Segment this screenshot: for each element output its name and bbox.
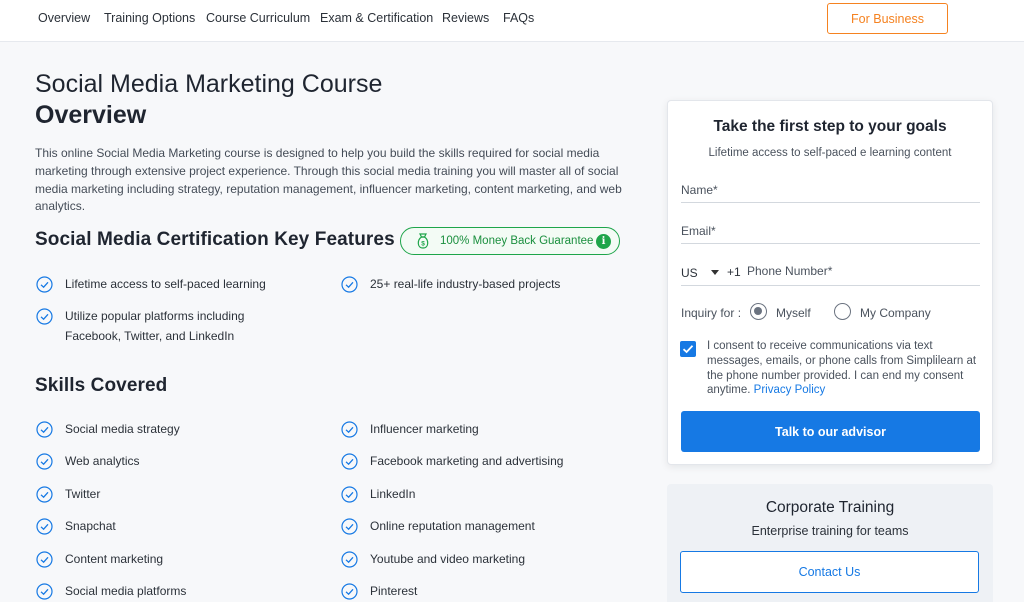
consent-text: I consent to receive communications via … — [707, 340, 977, 397]
skill-label: Pinterest — [370, 584, 418, 598]
talk-to-advisor-button[interactable]: Talk to our advisor — [681, 411, 980, 452]
skill-label: Snapchat — [65, 519, 116, 533]
skill-label: Influencer marketing — [370, 422, 479, 436]
corporate-title: Corporate Training — [765, 499, 895, 516]
dial-code: +1 — [727, 265, 741, 279]
check-circle-icon — [36, 308, 53, 325]
form-subtitle: Lifetime access to self-paced e learning… — [708, 147, 952, 159]
check-circle-icon — [341, 518, 358, 535]
nav-course-curriculum[interactable]: Course Curriculum — [206, 11, 310, 25]
check-circle-icon — [341, 486, 358, 503]
corporate-subtitle: Enterprise training for teams — [751, 524, 909, 538]
check-circle-icon — [36, 486, 53, 503]
country-select[interactable]: US — [681, 263, 725, 285]
check-circle-icon — [36, 518, 53, 535]
key-features-heading: Social Media Certification Key Features — [35, 229, 395, 250]
check-circle-icon — [341, 551, 358, 568]
nav-reviews[interactable]: Reviews — [442, 11, 489, 25]
feature-item: Utilize popular platforms including Face… — [36, 308, 250, 346]
skill-item: LinkedIn — [341, 486, 415, 505]
skill-item: Twitter — [36, 486, 100, 505]
svg-text:$: $ — [421, 241, 425, 248]
for-business-button[interactable]: For Business — [827, 3, 948, 34]
info-icon[interactable]: i — [596, 234, 611, 249]
country-code: US — [681, 266, 698, 280]
skill-label: LinkedIn — [370, 487, 416, 501]
feature-item: 25+ real-life industry-based projects — [341, 276, 560, 295]
email-field[interactable] — [681, 218, 980, 244]
consent-text-block: I consent to receive communications via … — [707, 339, 979, 398]
page-title-overview: Overview — [35, 101, 147, 129]
consent-checkbox[interactable] — [680, 341, 696, 357]
skill-label: Social media platforms — [65, 584, 187, 598]
course-description: This online Social Media Marketing cours… — [35, 146, 622, 214]
skill-item: Snapchat — [36, 518, 116, 537]
skill-label: Content marketing — [65, 552, 164, 566]
skill-item: Content marketing — [36, 551, 163, 570]
radio-my-company-label[interactable]: My Company — [860, 306, 931, 320]
feature-label: 25+ real-life industry-based projects — [370, 277, 561, 291]
nav-training-options[interactable]: Training Options — [104, 11, 195, 25]
check-circle-icon — [341, 421, 358, 438]
check-circle-icon — [341, 453, 358, 470]
nav-exam-certification[interactable]: Exam & Certification — [320, 11, 433, 25]
skill-item: Social media strategy — [36, 421, 180, 440]
lead-form-card: Take the first step to your goals Lifeti… — [667, 100, 993, 465]
skills-heading: Skills Covered — [35, 375, 168, 396]
skill-item: Facebook marketing and advertising — [341, 453, 563, 472]
inquiry-label: Inquiry for : — [681, 306, 742, 320]
phone-divider — [681, 285, 980, 286]
money-back-badge: $ 100% Money Back Guarantee i — [400, 227, 620, 255]
skill-item: Web analytics — [36, 453, 139, 472]
privacy-policy-link[interactable]: Privacy Policy — [754, 384, 826, 396]
skill-item: Influencer marketing — [341, 421, 479, 440]
check-circle-icon — [36, 551, 53, 568]
form-title: Take the first step to your goals — [713, 118, 947, 135]
skill-label: Online reputation management — [370, 519, 535, 533]
phone-field[interactable] — [747, 258, 980, 284]
contact-us-button[interactable]: Contact Us — [680, 551, 979, 593]
check-circle-icon — [36, 583, 53, 600]
corporate-training-card: Corporate Training Enterprise training f… — [667, 484, 993, 602]
name-field[interactable] — [681, 177, 980, 203]
check-circle-icon — [36, 453, 53, 470]
radio-myself[interactable] — [750, 303, 767, 320]
radio-myself-label[interactable]: Myself — [776, 306, 811, 320]
check-circle-icon — [36, 276, 53, 293]
checkmark-icon — [682, 345, 694, 354]
money-back-label: 100% Money Back Guarantee — [440, 235, 594, 247]
skill-item: Pinterest — [341, 583, 417, 602]
skill-label: Web analytics — [65, 454, 140, 468]
check-circle-icon — [341, 276, 358, 293]
top-nav: Overview Training Options Course Curricu… — [0, 0, 1024, 42]
feature-item: Lifetime access to self-paced learning — [36, 276, 266, 295]
skill-label: Facebook marketing and advertising — [370, 454, 564, 468]
radio-my-company[interactable] — [834, 303, 851, 320]
money-bag-icon: $ — [417, 233, 429, 249]
nav-faqs[interactable]: FAQs — [503, 11, 534, 25]
caret-down-icon — [711, 270, 719, 275]
check-circle-icon — [36, 421, 53, 438]
feature-label: Utilize popular platforms including Face… — [65, 309, 245, 343]
skill-item: Social media platforms — [36, 583, 186, 602]
skill-item: Youtube and video marketing — [341, 551, 525, 570]
page-title: Social Media Marketing Course — [35, 70, 383, 98]
skill-label: Social media strategy — [65, 422, 180, 436]
skill-label: Twitter — [65, 487, 101, 501]
skill-label: Youtube and video marketing — [370, 552, 526, 566]
nav-overview[interactable]: Overview — [38, 11, 90, 25]
feature-label: Lifetime access to self-paced learning — [65, 277, 266, 291]
check-circle-icon — [341, 583, 358, 600]
skill-item: Online reputation management — [341, 518, 535, 537]
